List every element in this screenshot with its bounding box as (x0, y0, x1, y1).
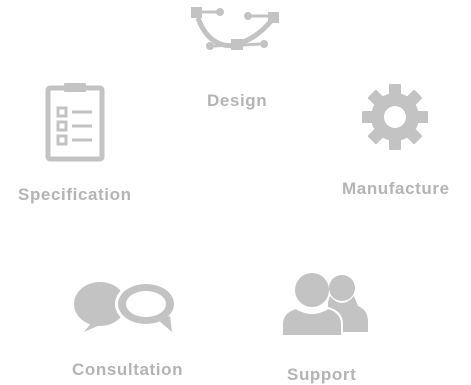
step-label-specification: Specification (18, 185, 132, 204)
step-label-support: Support (287, 365, 357, 384)
process-diagram: Design Specification Manufacture Consult… (0, 0, 471, 385)
users-icon (281, 273, 368, 337)
gear-icon (362, 84, 428, 150)
clipboard-checklist-icon (45, 83, 105, 162)
speech-bubbles-icon (74, 281, 177, 332)
step-label-design: Design (207, 91, 268, 110)
bezier-curve-icon (191, 7, 279, 50)
step-label-consultation: Consultation (72, 360, 184, 379)
step-label-manufacture: Manufacture (342, 179, 450, 198)
